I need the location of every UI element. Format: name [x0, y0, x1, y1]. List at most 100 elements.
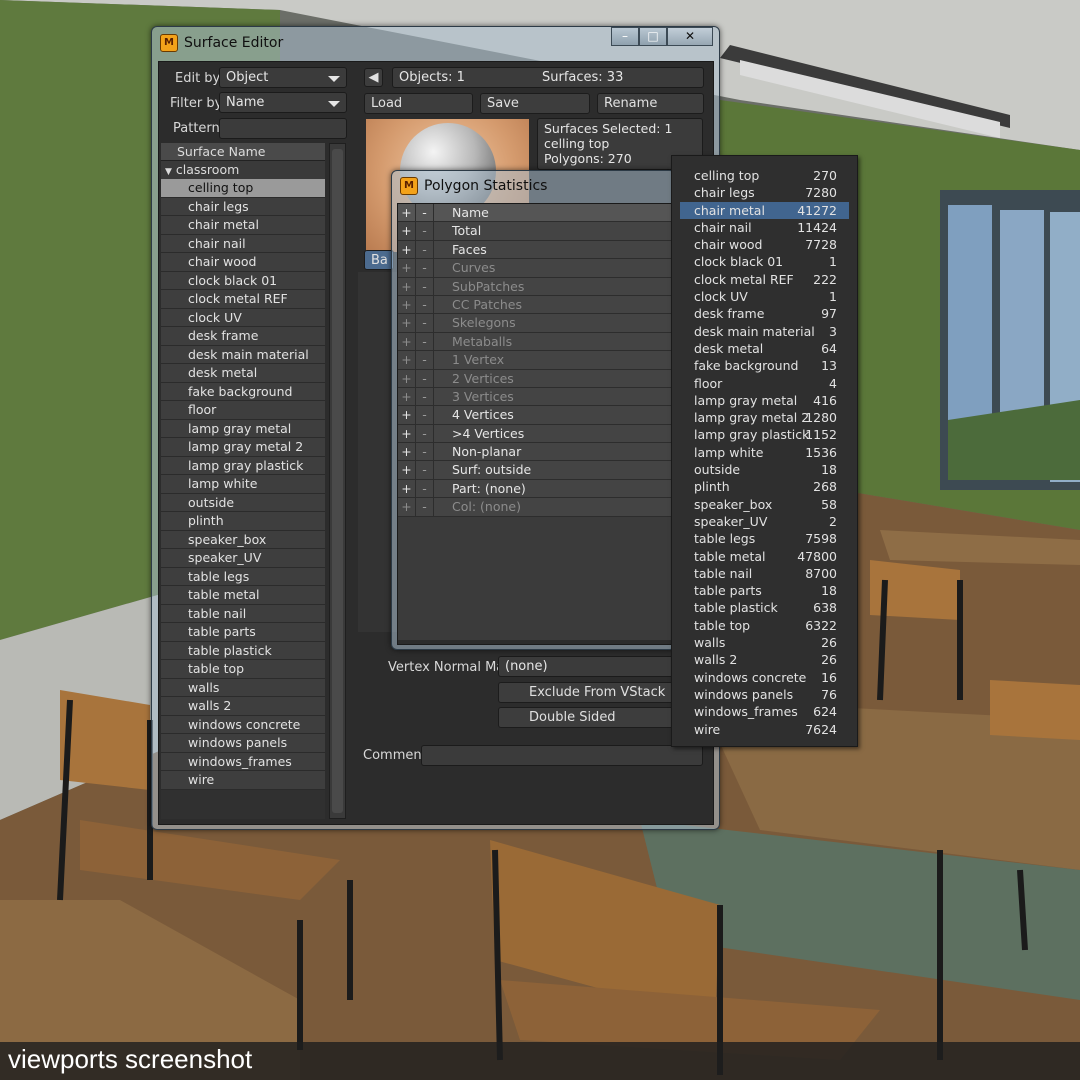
- add-selection-cell[interactable]: +: [398, 240, 416, 259]
- list-item[interactable]: celling top 270: [672, 167, 857, 184]
- remove-selection-cell[interactable]: -: [416, 277, 434, 296]
- list-item[interactable]: desk main material 3: [672, 323, 857, 340]
- surface-name-column-header[interactable]: Surface Name: [161, 143, 325, 161]
- add-column-header[interactable]: +: [398, 204, 416, 222]
- list-item[interactable]: outside 18: [672, 461, 857, 478]
- surface-list-item[interactable]: floor: [161, 401, 325, 420]
- list-item[interactable]: wire 7624: [672, 721, 857, 738]
- list-item[interactable]: walls 2 26: [672, 651, 857, 668]
- list-item[interactable]: chair metal 41272: [680, 201, 849, 219]
- list-item[interactable]: clock UV 1: [672, 288, 857, 305]
- surface-list-item[interactable]: speaker_box: [161, 530, 325, 549]
- surface-list-item[interactable]: windows_frames: [161, 752, 325, 771]
- remove-selection-cell[interactable]: -: [416, 351, 434, 370]
- surface-list-item[interactable]: desk frame: [161, 327, 325, 346]
- surface-list-item[interactable]: wire: [161, 771, 325, 790]
- remove-selection-cell[interactable]: -: [416, 314, 434, 333]
- collapse-arrow-button[interactable]: ◀: [364, 68, 383, 87]
- list-item[interactable]: desk frame 97: [672, 305, 857, 322]
- surface-list-item[interactable]: outside: [161, 493, 325, 512]
- load-button[interactable]: Load: [364, 93, 473, 114]
- table-row[interactable]: + - 1 Vertex: [398, 351, 672, 370]
- list-item[interactable]: lamp gray metal 416: [672, 392, 857, 409]
- surface-list-item[interactable]: chair nail: [161, 234, 325, 253]
- table-row[interactable]: + - Metaballs: [398, 332, 672, 352]
- add-selection-cell[interactable]: +: [398, 424, 416, 443]
- surface-list[interactable]: Surface Name ▼ classroom celling top chai…: [161, 143, 325, 819]
- remove-selection-cell[interactable]: -: [416, 461, 434, 480]
- remove-selection-cell[interactable]: -: [416, 240, 434, 259]
- tab-basic[interactable]: Ba: [364, 250, 394, 270]
- surface-list-item[interactable]: table metal: [161, 586, 325, 605]
- list-item[interactable]: table metal 47800: [672, 548, 857, 565]
- surface-list-item[interactable]: clock black 01: [161, 271, 325, 290]
- table-row[interactable]: + - Total: [398, 222, 672, 241]
- table-row[interactable]: + - Part: (none): [398, 479, 672, 499]
- minimize-button[interactable]: –: [611, 27, 639, 46]
- list-item[interactable]: speaker_box 58: [672, 496, 857, 513]
- list-item[interactable]: fake background 13: [672, 357, 857, 374]
- table-row[interactable]: + - Non-planar: [398, 443, 672, 462]
- list-item[interactable]: table legs 7598: [672, 530, 857, 547]
- add-selection-cell[interactable]: +: [398, 314, 416, 333]
- table-row[interactable]: + - Skelegons: [398, 314, 672, 333]
- close-button[interactable]: ✕: [667, 27, 713, 46]
- list-item[interactable]: clock metal REF 222: [672, 271, 857, 288]
- add-selection-cell[interactable]: +: [398, 461, 416, 480]
- list-item[interactable]: lamp gray plastick 1152: [672, 426, 857, 443]
- surface-list-item[interactable]: table legs: [161, 567, 325, 586]
- remove-selection-cell[interactable]: -: [416, 498, 434, 517]
- table-row[interactable]: + - SubPatches: [398, 277, 672, 296]
- table-row[interactable]: + - >4 Vertices: [398, 424, 672, 444]
- surface-list-item[interactable]: plinth: [161, 512, 325, 531]
- surface-list-item[interactable]: chair metal: [161, 216, 325, 235]
- list-item[interactable]: walls 26: [672, 634, 857, 651]
- remove-selection-cell[interactable]: -: [416, 332, 434, 351]
- table-row[interactable]: + - Faces: [398, 240, 672, 260]
- remove-selection-cell[interactable]: -: [416, 369, 434, 388]
- remove-selection-cell[interactable]: -: [416, 222, 434, 241]
- list-item[interactable]: windows concrete 16: [672, 669, 857, 686]
- filter-by-dropdown[interactable]: Name: [219, 92, 347, 113]
- list-item[interactable]: floor 4: [672, 375, 857, 392]
- rename-button[interactable]: Rename: [597, 93, 704, 114]
- list-item[interactable]: chair wood 7728: [672, 236, 857, 253]
- add-selection-cell[interactable]: +: [398, 479, 416, 498]
- surface-list-item[interactable]: table parts: [161, 623, 325, 642]
- add-selection-cell[interactable]: +: [398, 498, 416, 517]
- remove-selection-cell[interactable]: -: [416, 387, 434, 406]
- maximize-button[interactable]: □: [639, 27, 667, 46]
- list-item[interactable]: table parts 18: [672, 582, 857, 599]
- surface-list-item[interactable]: table top: [161, 660, 325, 679]
- surface-list-item[interactable]: table nail: [161, 604, 325, 623]
- edit-by-dropdown[interactable]: Object: [219, 67, 347, 88]
- remove-selection-cell[interactable]: -: [416, 424, 434, 443]
- table-row[interactable]: + - Col: (none): [398, 498, 672, 517]
- surface-list-item[interactable]: desk metal: [161, 364, 325, 383]
- surface-list-item[interactable]: chair wood: [161, 253, 325, 272]
- add-selection-cell[interactable]: +: [398, 351, 416, 370]
- save-button[interactable]: Save: [480, 93, 590, 114]
- table-row[interactable]: + - 3 Vertices: [398, 387, 672, 407]
- table-row[interactable]: + - 2 Vertices: [398, 369, 672, 388]
- list-item[interactable]: chair legs 7280: [672, 184, 857, 201]
- add-selection-cell[interactable]: +: [398, 222, 416, 241]
- table-row[interactable]: + - Curves: [398, 259, 672, 278]
- remove-selection-cell[interactable]: -: [416, 259, 434, 278]
- list-item[interactable]: table plastick 638: [672, 599, 857, 616]
- surface-list-item[interactable]: clock metal REF: [161, 290, 325, 309]
- list-item[interactable]: clock black 01 1: [672, 253, 857, 270]
- add-selection-cell[interactable]: +: [398, 369, 416, 388]
- comment-input[interactable]: [421, 745, 703, 766]
- surface-list-item[interactable]: speaker_UV: [161, 549, 325, 568]
- add-selection-cell[interactable]: +: [398, 295, 416, 314]
- remove-selection-cell[interactable]: -: [416, 295, 434, 314]
- table-row[interactable]: + - 4 Vertices: [398, 406, 672, 425]
- add-selection-cell[interactable]: +: [398, 443, 416, 462]
- surface-list-item[interactable]: windows panels: [161, 734, 325, 753]
- surface-list-scrollbar[interactable]: [329, 143, 346, 819]
- list-item[interactable]: table nail 8700: [672, 565, 857, 582]
- remove-selection-cell[interactable]: -: [416, 479, 434, 498]
- polygon-statistics-table[interactable]: + - Name + - Total + - Faces + - Curves + - SubPatc…: [398, 204, 672, 640]
- add-selection-cell[interactable]: +: [398, 406, 416, 425]
